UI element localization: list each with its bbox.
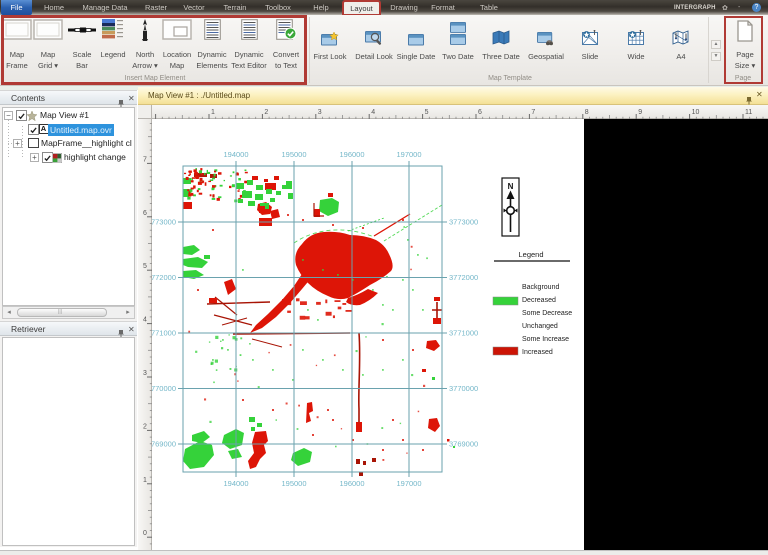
svg-text:1: 1	[143, 477, 147, 484]
svg-text:N: N	[508, 182, 514, 191]
svg-text:3772000: 3772000	[152, 273, 176, 282]
svg-text:Unchanged: Unchanged	[522, 323, 558, 330]
svg-text:5: 5	[425, 109, 429, 116]
svg-text:3773000: 3773000	[152, 218, 176, 227]
svg-text:2: 2	[264, 109, 268, 116]
svg-text:4: 4	[143, 317, 147, 324]
svg-text:3769000: 3769000	[152, 440, 176, 449]
svg-text:9: 9	[638, 109, 642, 116]
svg-text:3: 3	[143, 370, 147, 377]
svg-text:3771000: 3771000	[152, 329, 176, 338]
svg-text:7: 7	[143, 156, 147, 163]
svg-text:194000: 194000	[223, 479, 248, 488]
svg-text:3771000: 3771000	[449, 329, 478, 338]
svg-text:10: 10	[692, 109, 700, 116]
svg-text:4: 4	[371, 109, 375, 116]
svg-text:2: 2	[143, 423, 147, 430]
svg-text:196000: 196000	[339, 150, 364, 159]
svg-text:0: 0	[143, 530, 147, 537]
svg-text:194000: 194000	[223, 150, 248, 159]
svg-text:197000: 197000	[396, 150, 421, 159]
svg-text:11: 11	[745, 109, 752, 116]
svg-text:195000: 195000	[281, 150, 306, 159]
svg-text:Decreased: Decreased	[522, 297, 556, 304]
svg-text:7: 7	[531, 109, 535, 116]
svg-text:1: 1	[211, 109, 215, 116]
svg-text:3770000: 3770000	[449, 384, 478, 393]
svg-text:5: 5	[143, 263, 147, 270]
svg-text:195000: 195000	[281, 479, 306, 488]
svg-text:Legend: Legend	[518, 250, 543, 259]
svg-text:197000: 197000	[396, 479, 421, 488]
svg-text:6: 6	[143, 210, 147, 217]
svg-text:8: 8	[585, 109, 589, 116]
svg-text:3: 3	[318, 109, 322, 116]
svg-text:3773000: 3773000	[449, 218, 478, 227]
svg-text:Increased: Increased	[522, 349, 553, 356]
svg-text:Some Decrease: Some Decrease	[522, 310, 572, 317]
svg-text:Background: Background	[522, 284, 559, 291]
svg-text:3772000: 3772000	[449, 273, 478, 282]
svg-text:3770000: 3770000	[152, 384, 176, 393]
svg-text:196000: 196000	[339, 479, 364, 488]
svg-text:Some Increase: Some Increase	[522, 336, 569, 343]
svg-text:6: 6	[478, 109, 482, 116]
